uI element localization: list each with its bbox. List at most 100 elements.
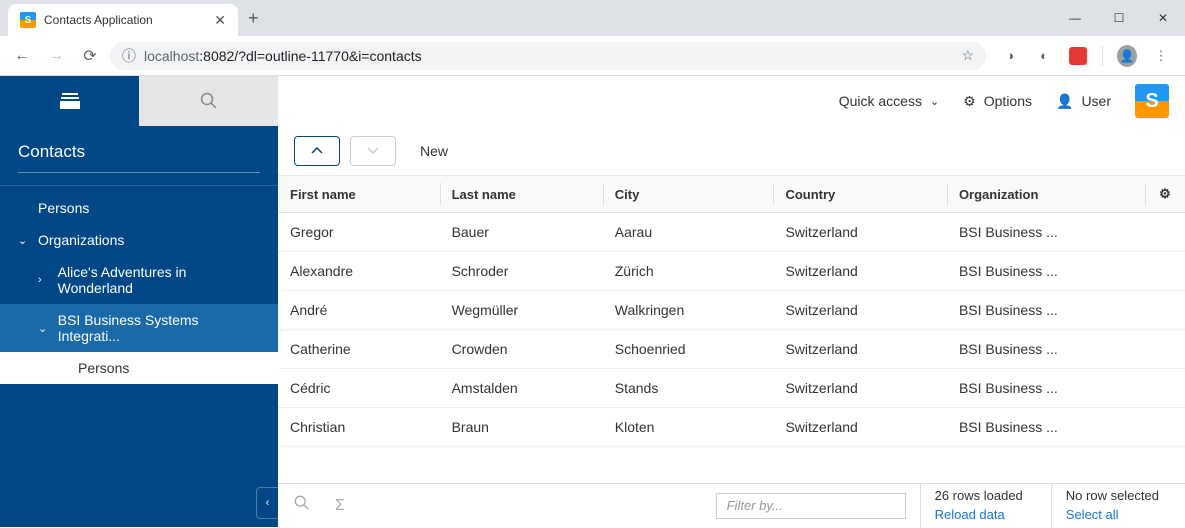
cell: Catherine: [278, 330, 440, 369]
cell: Switzerland: [773, 330, 946, 369]
extension-icons: ◑ ◐ 👤 ⋮: [1000, 46, 1171, 66]
expand-down-button[interactable]: [350, 136, 396, 166]
tree-item-organizations[interactable]: ⌄ Organizations: [0, 224, 278, 256]
cell-empty: [1145, 330, 1185, 369]
cell: André: [278, 291, 440, 330]
tab-title: Contacts Application: [44, 13, 206, 27]
table-row[interactable]: ChristianBraunKlotenSwitzerlandBSI Busin…: [278, 408, 1185, 447]
col-last-name[interactable]: Last name: [440, 176, 603, 213]
selection-label: No row selected: [1066, 487, 1159, 505]
cell: BSI Business ...: [947, 330, 1145, 369]
main-area: Quick access ⌄ ⚙ Options 👤 User S New: [278, 76, 1185, 527]
tree-item-bsi[interactable]: ⌄ BSI Business Systems Integrati...: [0, 304, 278, 352]
close-window-button[interactable]: ✕: [1141, 3, 1185, 33]
rows-loaded-label: 26 rows loaded: [935, 487, 1023, 505]
cell: Cédric: [278, 369, 440, 408]
cell: Amstalden: [440, 369, 603, 408]
nav-tree: Persons ⌄ Organizations › Alice's Advent…: [0, 186, 278, 390]
cell: Schoenried: [603, 330, 774, 369]
col-country[interactable]: Country: [773, 176, 946, 213]
cell: Zürich: [603, 252, 774, 291]
cell: Switzerland: [773, 213, 946, 252]
table-header-row: First name Last name City Country Organi…: [278, 176, 1185, 213]
aggregate-icon[interactable]: Σ: [328, 497, 352, 515]
cell: Crowden: [440, 330, 603, 369]
sidebar-view-tabs: [0, 76, 278, 126]
stack-icon: [60, 93, 80, 109]
filter-input[interactable]: [716, 493, 906, 519]
chevron-down-icon: [367, 147, 379, 155]
table-container: First name Last name City Country Organi…: [278, 176, 1185, 483]
cell: BSI Business ...: [947, 408, 1145, 447]
statusbar: Σ 26 rows loaded Reload data No row sele…: [278, 483, 1185, 527]
table-row[interactable]: CédricAmstaldenStandsSwitzerlandBSI Busi…: [278, 369, 1185, 408]
reload-button[interactable]: ⟳: [76, 42, 104, 70]
minimize-button[interactable]: —: [1053, 3, 1097, 33]
chevron-down-icon: ⌄: [930, 95, 939, 108]
table-row[interactable]: CatherineCrowdenSchoenriedSwitzerlandBSI…: [278, 330, 1185, 369]
url-input[interactable]: ⓘ localhost:8082/?dl=outline-11770&i=con…: [110, 42, 986, 70]
tab-bar: S Contacts Application ✕ + — ☐ ✕: [0, 0, 1185, 36]
tree-item-bsi-persons[interactable]: Persons: [0, 352, 278, 384]
cell: Aarau: [603, 213, 774, 252]
table-row[interactable]: GregorBauerAarauSwitzerlandBSI Business …: [278, 213, 1185, 252]
window-controls: — ☐ ✕: [1053, 3, 1185, 33]
user-menu[interactable]: 👤 User: [1056, 93, 1111, 110]
site-info-icon[interactable]: ⓘ: [122, 46, 136, 66]
col-organization[interactable]: Organization: [947, 176, 1145, 213]
collapse-up-button[interactable]: [294, 136, 340, 166]
cell: Stands: [603, 369, 774, 408]
cell: Walkringen: [603, 291, 774, 330]
tree-label: Alice's Adventures in Wonderland: [58, 264, 260, 296]
forward-button[interactable]: →: [42, 42, 70, 70]
close-tab-icon[interactable]: ✕: [214, 12, 226, 29]
cell: Switzerland: [773, 369, 946, 408]
selection-status: No row selected Select all: [1051, 483, 1173, 527]
select-all-link[interactable]: Select all: [1066, 506, 1159, 524]
chevron-right-icon: ›: [38, 274, 50, 286]
cell: Switzerland: [773, 291, 946, 330]
new-tab-button[interactable]: +: [248, 8, 259, 29]
tree-item-alice[interactable]: › Alice's Adventures in Wonderland: [0, 256, 278, 304]
table-row[interactable]: AndréWegmüllerWalkringenSwitzerlandBSI B…: [278, 291, 1185, 330]
cell: BSI Business ...: [947, 252, 1145, 291]
cell: BSI Business ...: [947, 369, 1145, 408]
options-menu[interactable]: ⚙ Options: [963, 93, 1032, 110]
new-button[interactable]: New: [420, 143, 448, 159]
extension-icon-1[interactable]: ◑: [1000, 46, 1020, 66]
maximize-button[interactable]: ☐: [1097, 3, 1141, 33]
tree-item-persons[interactable]: Persons: [0, 192, 278, 224]
extension-icon-2[interactable]: ◐: [1034, 46, 1054, 66]
col-city[interactable]: City: [603, 176, 774, 213]
reload-data-link[interactable]: Reload data: [935, 506, 1023, 524]
sidebar-tab-outline[interactable]: [0, 76, 139, 126]
tree-label: BSI Business Systems Integrati...: [58, 312, 260, 344]
user-icon: 👤: [1056, 93, 1073, 110]
cell-empty: [1145, 369, 1185, 408]
user-label: User: [1081, 93, 1111, 109]
col-first-name[interactable]: First name: [278, 176, 440, 213]
tree-label: Organizations: [38, 232, 124, 248]
table-row[interactable]: AlexandreSchroderZürichSwitzerlandBSI Bu…: [278, 252, 1185, 291]
cell: Kloten: [603, 408, 774, 447]
cell: Christian: [278, 408, 440, 447]
cell-empty: [1145, 252, 1185, 291]
table-settings-button[interactable]: ⚙: [1145, 176, 1185, 213]
quick-access-menu[interactable]: Quick access ⌄: [839, 93, 939, 109]
toolbar: New: [278, 126, 1185, 176]
browser-menu-icon[interactable]: ⋮: [1151, 46, 1171, 66]
sidebar-collapse-button[interactable]: ‹: [256, 487, 278, 519]
cell: Alexandre: [278, 252, 440, 291]
topbar: Quick access ⌄ ⚙ Options 👤 User S: [278, 76, 1185, 126]
chevron-down-icon: ⌄: [18, 234, 30, 247]
cell: BSI Business ...: [947, 213, 1145, 252]
profile-avatar-icon[interactable]: 👤: [1117, 46, 1137, 66]
data-table: First name Last name City Country Organi…: [278, 176, 1185, 447]
back-button[interactable]: ←: [8, 42, 36, 70]
sidebar-tab-search[interactable]: [139, 76, 278, 126]
cell: Switzerland: [773, 252, 946, 291]
search-table-icon[interactable]: [290, 495, 314, 516]
extension-icon-3[interactable]: [1068, 46, 1088, 66]
browser-tab[interactable]: S Contacts Application ✕: [8, 4, 238, 36]
bookmark-star-icon[interactable]: ☆: [961, 47, 974, 64]
